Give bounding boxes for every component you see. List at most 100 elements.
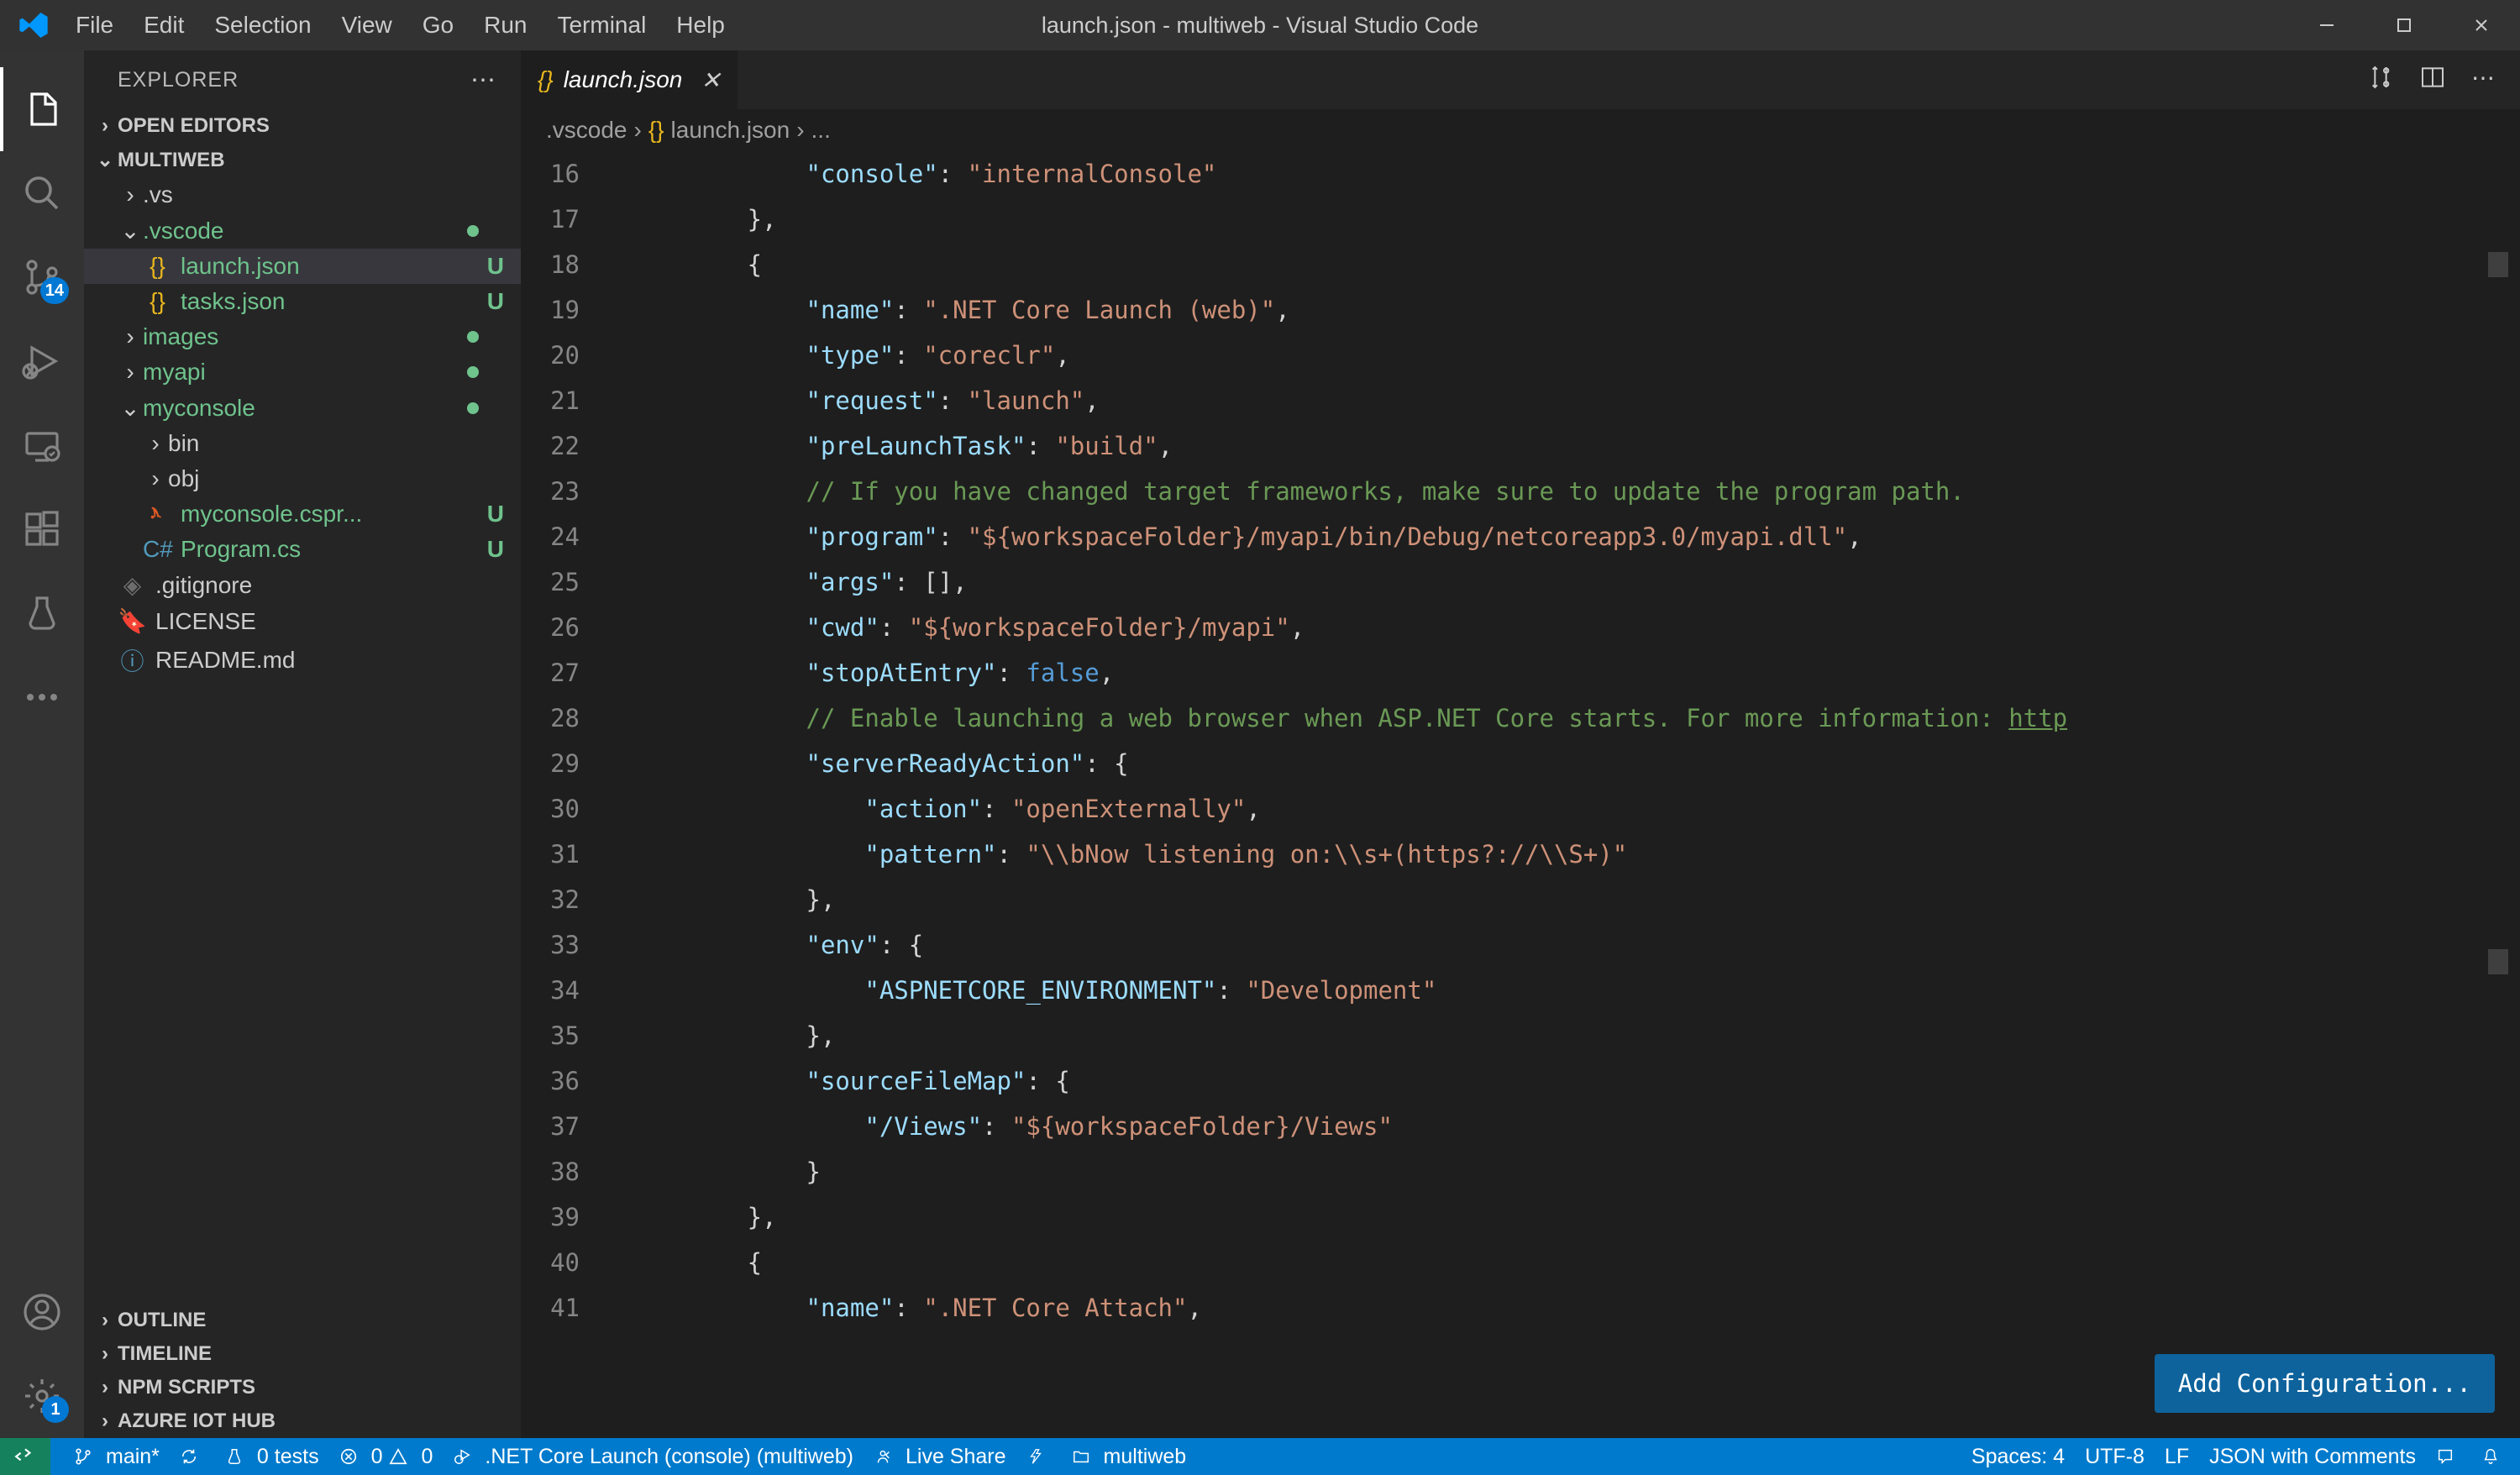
sidebar: EXPLORER ⋯ › OPEN EDITORS ⌄ MULTIWEB › .… xyxy=(84,50,521,1438)
modified-dot-icon xyxy=(467,366,479,378)
sidebar-header: EXPLORER ⋯ xyxy=(84,50,521,109)
chevron-right-icon: › xyxy=(143,465,168,492)
activity-testing[interactable] xyxy=(0,571,84,655)
more-actions-icon[interactable]: ⋯ xyxy=(2471,64,2495,97)
activity-extensions[interactable] xyxy=(0,487,84,571)
timeline-section[interactable]: › TIMELINE xyxy=(84,1337,521,1371)
menu-terminal[interactable]: Terminal xyxy=(557,12,646,39)
activity-explorer[interactable] xyxy=(0,67,84,151)
status-debug-target[interactable]: .NET Core Launch (console) (multiweb) xyxy=(453,1445,853,1469)
tree-item-vscode[interactable]: ⌄ .vscode xyxy=(84,213,521,249)
json-file-icon: {} xyxy=(648,117,664,144)
maximize-button[interactable] xyxy=(2365,0,2443,50)
azure-iot-section[interactable]: › AZURE IOT HUB xyxy=(84,1404,521,1438)
tree-item-images[interactable]: › images xyxy=(84,319,521,354)
json-file-icon: {} xyxy=(143,253,172,280)
activity-debug[interactable] xyxy=(0,319,84,403)
menu-view[interactable]: View xyxy=(342,12,392,39)
tree-item-gitignore[interactable]: ◈ .gitignore xyxy=(84,567,521,603)
tree-item-launch-json[interactable]: {} launch.json U xyxy=(84,249,521,284)
code-content[interactable]: "console": "internalConsole" }, { "name"… xyxy=(605,151,2520,1438)
workbench: 14 1 xyxy=(0,50,2520,1438)
tree-item-bin[interactable]: › bin xyxy=(84,426,521,461)
status-problems[interactable]: 0 0 xyxy=(339,1445,433,1469)
modified-dot-icon xyxy=(467,331,479,343)
tree-item-vs[interactable]: › .vs xyxy=(84,177,521,213)
chevron-right-icon: › xyxy=(143,430,168,457)
chevron-right-icon: › xyxy=(92,1309,118,1332)
close-tab-icon[interactable]: ✕ xyxy=(701,66,720,94)
editor-tab-launch-json[interactable]: {} launch.json ✕ xyxy=(521,50,738,109)
status-spaces[interactable]: Spaces: 4 xyxy=(1971,1445,2065,1469)
breadcrumb-trail[interactable]: ... xyxy=(811,117,831,144)
activity-accounts[interactable] xyxy=(0,1270,84,1354)
xml-file-icon xyxy=(143,501,172,528)
code-editor[interactable]: 1617181920212223242526272829303132333435… xyxy=(521,151,2520,1438)
activity-more[interactable] xyxy=(0,655,84,739)
status-folder[interactable]: multiweb xyxy=(1072,1445,1187,1469)
status-branch[interactable]: main* xyxy=(74,1445,160,1469)
tree-item-obj[interactable]: › obj xyxy=(84,461,521,496)
outline-section[interactable]: › OUTLINE xyxy=(84,1304,521,1337)
window-controls xyxy=(2288,0,2520,50)
tree-item-license[interactable]: 🔖 LICENSE xyxy=(84,603,521,639)
status-language[interactable]: JSON with Comments xyxy=(2209,1445,2416,1469)
tree-item-myapi[interactable]: › myapi xyxy=(84,354,521,390)
npm-scripts-section[interactable]: › NPM SCRIPTS xyxy=(84,1371,521,1404)
git-status: U xyxy=(487,501,504,528)
tree-item-tasks-json[interactable]: {} tasks.json U xyxy=(84,284,521,319)
modified-dot-icon xyxy=(467,402,479,414)
chevron-right-icon: › xyxy=(118,181,143,208)
workspace-section[interactable]: ⌄ MULTIWEB xyxy=(84,143,521,177)
tree-item-readme[interactable]: ⓘ README.md xyxy=(84,639,521,681)
breadcrumbs[interactable]: .vscode › {} launch.json › ... xyxy=(521,109,2520,151)
sidebar-title: EXPLORER xyxy=(118,68,239,92)
close-window-button[interactable] xyxy=(2443,0,2520,50)
tree-item-program-cs[interactable]: C# Program.cs U xyxy=(84,532,521,567)
status-live-share[interactable]: Live Share xyxy=(874,1445,1006,1469)
status-feedback[interactable] xyxy=(2436,1447,2461,1466)
activity-search[interactable] xyxy=(0,151,84,235)
json-file-icon: {} xyxy=(143,288,172,315)
status-notifications[interactable] xyxy=(2481,1447,2507,1466)
compare-icon[interactable] xyxy=(2367,64,2394,97)
activity-settings[interactable]: 1 xyxy=(0,1354,84,1438)
minimize-button[interactable] xyxy=(2288,0,2365,50)
breadcrumb-folder[interactable]: .vscode xyxy=(546,117,627,144)
tab-bar: {} launch.json ✕ ⋯ xyxy=(521,50,2520,109)
activity-source-control[interactable]: 14 xyxy=(0,235,84,319)
git-status: U xyxy=(487,536,504,563)
tree-item-myconsole[interactable]: ⌄ myconsole xyxy=(84,390,521,426)
breadcrumb-file[interactable]: launch.json xyxy=(671,117,790,144)
scm-badge: 14 xyxy=(40,277,69,304)
status-eol[interactable]: LF xyxy=(2165,1445,2189,1469)
chevron-right-icon: › xyxy=(92,1342,118,1366)
chevron-right-icon: › xyxy=(118,323,143,350)
menu-file[interactable]: File xyxy=(76,12,113,39)
remote-indicator[interactable] xyxy=(0,1438,50,1475)
minimap-slider[interactable] xyxy=(2488,252,2508,277)
status-azure[interactable] xyxy=(1026,1447,1052,1466)
status-sync[interactable] xyxy=(180,1447,205,1466)
menu-selection[interactable]: Selection xyxy=(214,12,311,39)
menu-run[interactable]: Run xyxy=(484,12,527,39)
menu-edit[interactable]: Edit xyxy=(144,12,184,39)
add-configuration-button[interactable]: Add Configuration... xyxy=(2155,1354,2495,1413)
chevron-right-icon: › xyxy=(118,359,143,386)
status-encoding[interactable]: UTF-8 xyxy=(2085,1445,2145,1469)
open-editors-section[interactable]: › OPEN EDITORS xyxy=(84,109,521,143)
menu-bar: File Edit Selection View Go Run Terminal… xyxy=(76,12,725,39)
json-file-icon: {} xyxy=(538,66,554,93)
tree-item-myconsole-csproj[interactable]: myconsole.cspr... U xyxy=(84,496,521,532)
activity-remote[interactable] xyxy=(0,403,84,487)
window-title: launch.json - multiweb - Visual Studio C… xyxy=(1042,13,1478,39)
sidebar-more-button[interactable]: ⋯ xyxy=(470,66,496,95)
menu-help[interactable]: Help xyxy=(676,12,725,39)
status-tests[interactable]: 0 tests xyxy=(225,1445,319,1469)
titlebar: File Edit Selection View Go Run Terminal… xyxy=(0,0,2520,50)
menu-go[interactable]: Go xyxy=(423,12,454,39)
split-editor-icon[interactable] xyxy=(2419,64,2446,97)
minimap-slider[interactable] xyxy=(2488,949,2508,974)
editor-area: {} launch.json ✕ ⋯ .vscode › {} launch.j… xyxy=(521,50,2520,1438)
chevron-right-icon: › xyxy=(92,1409,118,1433)
